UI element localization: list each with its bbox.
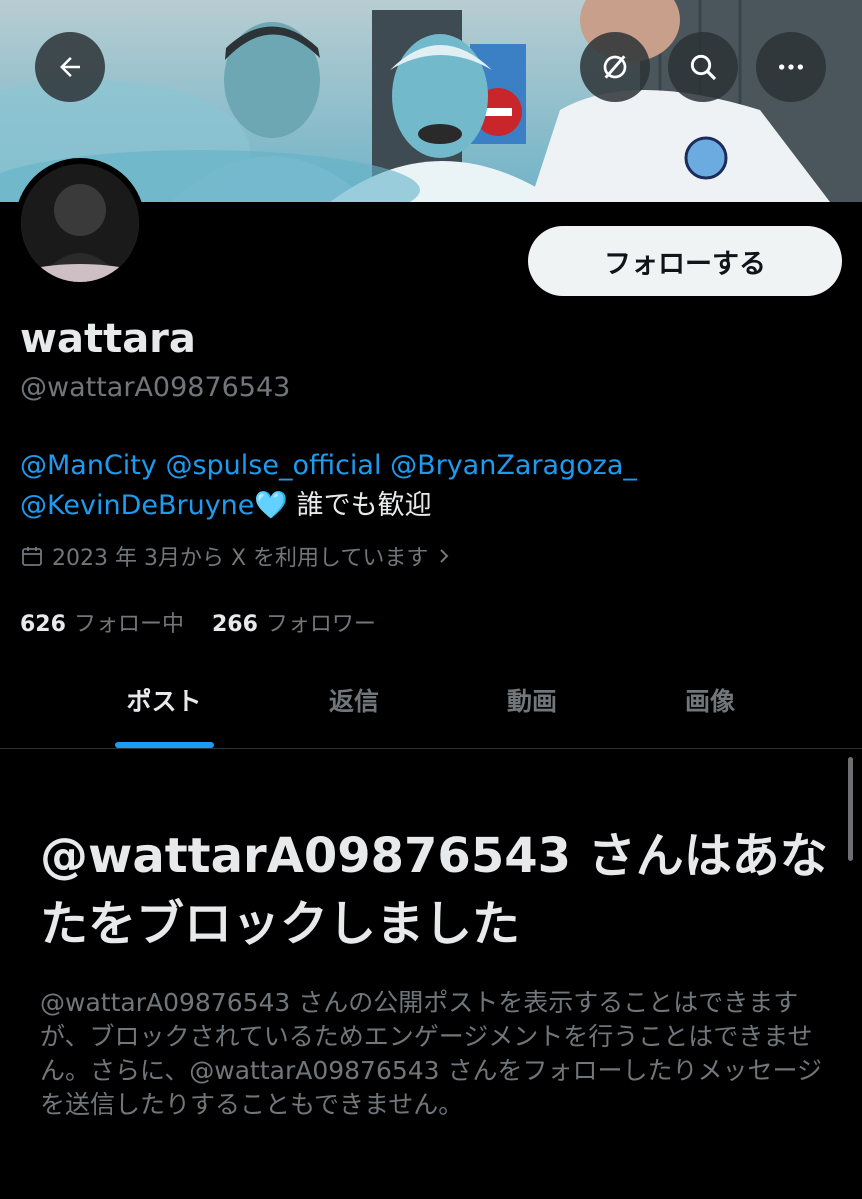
avatar-image [21,164,139,282]
joined-date: 2023 年 3月から X を利用しています [52,546,429,571]
tab-replies[interactable]: 返信 [265,682,443,718]
followers-count: 266 [211,612,258,637]
bio-line-2: @KevinDeBruyne🩵 誰でも歓迎 [20,486,850,526]
search-icon [690,54,717,81]
avatar [21,164,139,282]
chevron-right-icon [440,549,449,563]
heart-emoji: 🩵 [254,490,289,521]
mention-link[interactable]: @BryanZaragoza_ [390,450,637,481]
profile-banner[interactable] [0,0,862,202]
mention-link[interactable]: @ManCity [20,450,157,481]
banner-image [0,0,862,202]
profile-bio: @ManCity @spulse_official @BryanZaragoza… [20,446,850,526]
calendar-icon [22,547,42,566]
follow-button[interactable]: フォローする [528,226,842,296]
mention-link[interactable]: @spulse_official [165,450,381,481]
search-button[interactable] [668,32,738,102]
user-handle: @wattarA09876543 [20,372,291,403]
avatar-frame[interactable] [15,158,145,288]
display-name: wattara [20,316,196,362]
followers-label: フォロワー [265,612,376,637]
grok-button[interactable] [580,32,650,102]
following-count: 626 [20,612,66,637]
tab-images[interactable]: 画像 [621,682,799,718]
following-link[interactable]: 626 フォロー中 [20,606,184,638]
tab-posts[interactable]: ポスト [75,682,253,718]
bio-line-1: @ManCity @spulse_official @BryanZaragoza… [20,446,850,486]
back-button[interactable] [35,32,105,102]
following-label: フォロー中 [73,612,184,637]
more-button[interactable] [756,32,826,102]
blocked-description: @wattarA09876543 さんの公開ポストを表示することはできますが、ブ… [40,988,823,1119]
scrollbar[interactable] [848,757,853,861]
follow-stats: 626 フォロー中 266 フォロワー [20,606,376,638]
arrow-left-icon [60,57,80,77]
mention-link[interactable]: @KevinDeBruyne [20,490,254,521]
bio-text: 誰でも歓迎 [296,490,432,521]
profile-tabs: ポスト 返信 動画 画像 [0,664,862,749]
followers-link[interactable]: 266 フォロワー [212,606,376,638]
active-tab-indicator [115,742,214,748]
blocked-title: @wattarA09876543 さんはあなたをブロックしました [40,828,828,952]
slash-circle-icon [603,55,627,79]
tab-videos[interactable]: 動画 [443,682,621,718]
joined-date-row[interactable]: 2023 年 3月から X を利用しています [20,540,452,572]
more-horizontal-icon [779,64,803,70]
